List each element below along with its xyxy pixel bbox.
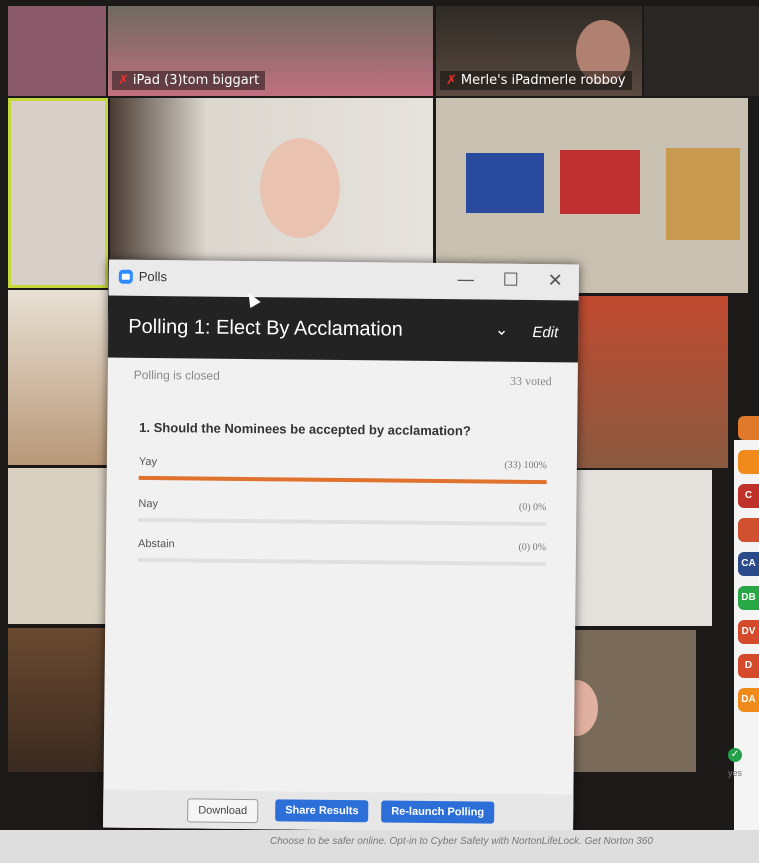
relaunch-polling-button[interactable]: Re-launch Polling: [381, 800, 495, 824]
norton-ticker: Choose to be safer online. Opt-in to Cyb…: [0, 830, 759, 863]
video-tile-orange-room: [572, 296, 728, 468]
video-tile-tom: ✗ iPad (3)tom biggart: [108, 6, 433, 96]
ticker-text: Choose to be safer online. Opt-in to Cyb…: [270, 836, 653, 847]
poll-status: Polling is closed: [133, 367, 220, 383]
muted-mic-icon: ✗: [446, 73, 457, 88]
muted-mic-icon: ✗: [118, 73, 129, 88]
voted-count: 33 voted: [509, 373, 552, 389]
polls-titlebar[interactable]: Polls — ☐ ✕: [108, 259, 579, 301]
participant-avatar[interactable]: CA: [738, 552, 759, 576]
poll-header: Polling 1: Elect By Acclamation ⌄ Edit: [107, 295, 579, 363]
participant-name-tag: ✗ Merle's iPadmerle robboy: [440, 71, 632, 90]
video-tile-active-speaker: [8, 98, 108, 288]
answer-label: Nay: [138, 497, 159, 511]
poll-status-row: Polling is closed 33 voted: [108, 358, 578, 399]
answer-row: Abstain (0) 0%: [137, 537, 547, 567]
poll-title: Polling 1: Elect By Acclamation: [128, 315, 403, 341]
video-tile-bottom-left: [8, 628, 118, 772]
close-icon[interactable]: ✕: [548, 270, 563, 291]
answer-result: (0) 0%: [518, 501, 547, 514]
video-tile-tiles: [8, 468, 118, 624]
download-button[interactable]: Download: [187, 798, 259, 824]
answer-result: (0) 0%: [518, 541, 547, 554]
answer-bar-track: [138, 517, 547, 527]
share-results-button[interactable]: Share Results: [275, 799, 369, 823]
participant-avatar[interactable]: [738, 518, 759, 542]
maximize-icon[interactable]: ☐: [503, 270, 519, 291]
participant-avatar[interactable]: DV: [738, 620, 759, 644]
yes-label: yes: [728, 768, 743, 778]
participant-avatar[interactable]: DB: [738, 586, 759, 610]
participant-avatar[interactable]: [738, 416, 759, 440]
participant-avatar[interactable]: D: [738, 654, 759, 678]
answer-bar-fill: [138, 475, 547, 485]
video-tile-top-left: [8, 6, 106, 96]
poll-footer: Download Share Results Re-launch Polling: [103, 789, 574, 833]
participant-name-tag: ✗ iPad (3)tom biggart: [112, 71, 266, 90]
minimize-icon[interactable]: —: [457, 269, 475, 290]
video-tile-woman: [110, 98, 433, 263]
participant-avatar[interactable]: DA: [738, 688, 759, 712]
answer-bar-track: [137, 557, 546, 567]
chevron-down-icon[interactable]: ⌄: [495, 320, 509, 340]
participant-avatar[interactable]: [738, 450, 759, 474]
participant-name: iPad (3)tom biggart: [132, 73, 260, 88]
participant-face: [260, 138, 340, 238]
painting-red: [560, 150, 640, 214]
video-tile-merle: ✗ Merle's iPadmerle robboy: [436, 6, 642, 96]
edit-button[interactable]: Edit: [532, 324, 558, 341]
participant-avatar[interactable]: C: [738, 484, 759, 508]
window-title: Polls: [138, 268, 168, 285]
poll-question: 1. Should the Nominees be accepted by ac…: [139, 419, 471, 439]
participant-name: Merle's iPadmerle robboy: [460, 73, 626, 88]
painting-blue: [466, 153, 544, 213]
polls-window: Polls — ☐ ✕ Polling 1: Elect By Acclamat…: [103, 259, 579, 833]
answer-label: Yay: [138, 455, 158, 469]
answer-row: Nay (0) 0%: [138, 497, 547, 527]
video-tile-top-right: [644, 6, 759, 96]
video-tile-curtains: [8, 290, 108, 465]
answer-result: (33) 100%: [504, 459, 547, 472]
answer-label: Abstain: [137, 537, 175, 551]
answer-row: Yay (33) 100%: [138, 455, 547, 485]
video-tile-office: [556, 470, 712, 626]
answer-bar-track: [138, 475, 547, 485]
zoom-logo-icon: [118, 269, 133, 284]
yes-badge: ✓: [728, 748, 742, 762]
painting-landscape: [666, 148, 740, 240]
